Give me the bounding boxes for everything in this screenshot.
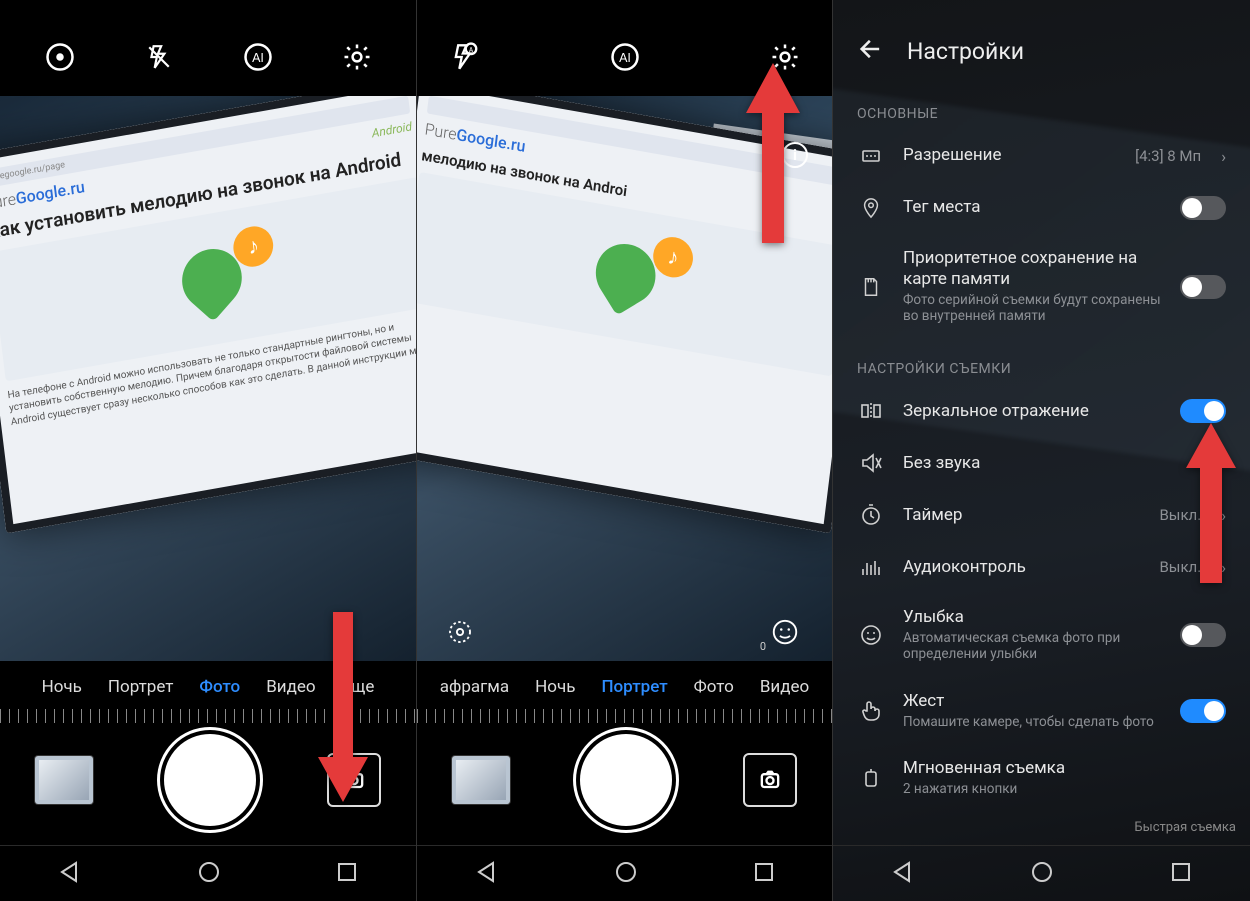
mute-icon bbox=[857, 451, 885, 475]
nav-home-icon[interactable] bbox=[614, 860, 638, 888]
mode-night[interactable]: Ночь bbox=[535, 677, 575, 697]
resolution-icon bbox=[857, 144, 885, 168]
geotag-label: Тег места bbox=[903, 197, 1162, 218]
gesture-toggle[interactable] bbox=[1180, 699, 1226, 723]
row-gesture[interactable]: Жест Помашите камере, чтобы сделать фото bbox=[833, 677, 1250, 744]
audio-label: Аудиоконтроль bbox=[903, 557, 1141, 578]
nav-back-icon[interactable] bbox=[475, 860, 499, 888]
effects-row: 0 bbox=[417, 611, 832, 657]
camera-flip-button[interactable] bbox=[743, 753, 797, 807]
mode-photo[interactable]: Фото bbox=[694, 677, 734, 697]
row-instant[interactable]: Мгновенная съемка 2 нажатия кнопки bbox=[833, 744, 1250, 811]
svg-text:A: A bbox=[469, 46, 474, 54]
annotation-arrow-2 bbox=[738, 58, 808, 252]
mode-photo[interactable]: Фото bbox=[199, 677, 240, 697]
gear-icon[interactable] bbox=[340, 40, 374, 74]
timer-label: Таймер bbox=[903, 505, 1141, 526]
mirror-icon bbox=[857, 399, 885, 423]
timer-icon bbox=[857, 503, 885, 527]
smile-subtitle: Автоматическая съемка фото при определен… bbox=[903, 630, 1162, 664]
camera-mode-strip[interactable]: афрагма Ночь Портрет Фото Видео bbox=[417, 665, 832, 709]
nav-back-icon[interactable] bbox=[58, 860, 82, 888]
nav-home-icon[interactable] bbox=[1030, 860, 1054, 888]
mute-label: Без звука bbox=[903, 453, 1226, 474]
system-navbar bbox=[833, 845, 1250, 901]
laptop-webpage: puregoogle.ru/page Android PureGoogle.ru… bbox=[0, 96, 416, 533]
resolution-value: [4:3] 8 Мп bbox=[1135, 147, 1201, 165]
settings-title: Настройки bbox=[907, 38, 1024, 65]
camera-top-toolbar: AI bbox=[0, 22, 416, 92]
row-geotag[interactable]: Тег места bbox=[833, 182, 1250, 234]
sdcard-subtitle: Фото серийной съемки будут сохранены во … bbox=[903, 292, 1162, 326]
ai-mode-icon[interactable]: AI bbox=[608, 40, 642, 74]
gesture-label: Жест bbox=[903, 691, 1162, 712]
chevron-right-icon: › bbox=[1221, 147, 1226, 166]
smile-label: Улыбка bbox=[903, 607, 1162, 628]
system-navbar bbox=[0, 845, 416, 901]
annotation-arrow-1 bbox=[308, 607, 378, 811]
annotation-arrow-3 bbox=[1180, 418, 1242, 592]
ai-mode-icon[interactable]: AI bbox=[241, 40, 275, 74]
resolution-label: Разрешение bbox=[903, 145, 1117, 166]
beauty-effect-icon[interactable]: 0 bbox=[770, 617, 804, 651]
row-smile[interactable]: Улыбка Автоматическая съемка фото при оп… bbox=[833, 593, 1250, 677]
system-navbar bbox=[417, 845, 832, 901]
smile-toggle[interactable] bbox=[1180, 623, 1226, 647]
row-resolution[interactable]: Разрешение [4:3] 8 Мп › bbox=[833, 130, 1250, 182]
beauty-level: 0 bbox=[760, 640, 766, 653]
mode-night[interactable]: Ночь bbox=[42, 677, 82, 697]
nav-recent-icon[interactable] bbox=[753, 861, 775, 887]
nav-recent-icon[interactable] bbox=[1170, 861, 1192, 887]
nav-recent-icon[interactable] bbox=[336, 861, 358, 887]
screenshot-2-camera-portrait: A AI PureGoogle.ru мелодию на звонок на … bbox=[417, 0, 833, 901]
shutter-button[interactable] bbox=[580, 734, 672, 826]
screenshot-1-camera-photo: AI puregoogle.ru/page Android PureGoogle… bbox=[0, 0, 417, 901]
nav-back-icon[interactable] bbox=[891, 860, 915, 888]
gesture-subtitle: Помашите камере, чтобы сделать фото bbox=[903, 714, 1162, 731]
sdcard-icon bbox=[857, 275, 885, 299]
screenshot-3-camera-settings: Настройки ОСНОВНЫЕ Разрешение [4:3] 8 Мп… bbox=[833, 0, 1250, 901]
mode-portrait[interactable]: Портрет bbox=[601, 677, 667, 697]
footer-badge: Быстрая съемка bbox=[1134, 820, 1236, 835]
nav-home-icon[interactable] bbox=[197, 860, 221, 888]
instant-icon bbox=[857, 766, 885, 790]
sdcard-toggle[interactable] bbox=[1180, 275, 1226, 299]
mode-video[interactable]: Видео bbox=[760, 677, 809, 697]
camera-viewfinder: puregoogle.ru/page Android PureGoogle.ru… bbox=[0, 96, 416, 661]
shutter-button[interactable] bbox=[164, 734, 256, 826]
mode-ticks bbox=[417, 709, 832, 723]
mode-portrait[interactable]: Портрет bbox=[108, 677, 174, 697]
svg-text:AI: AI bbox=[252, 51, 264, 65]
shutter-row bbox=[417, 725, 832, 835]
svg-text:AI: AI bbox=[619, 51, 631, 65]
sdcard-label: Приоритетное сохранение на карте памяти bbox=[903, 248, 1162, 291]
bokeh-effect-icon[interactable] bbox=[445, 617, 479, 651]
lens-toggle-icon[interactable] bbox=[43, 40, 77, 74]
section-basic: ОСНОВНЫЕ bbox=[833, 84, 1250, 130]
back-arrow-icon[interactable] bbox=[857, 35, 885, 67]
mirror-label: Зеркальное отражение bbox=[903, 401, 1162, 422]
instant-subtitle: 2 нажатия кнопки bbox=[903, 781, 1226, 798]
gallery-thumbnail[interactable] bbox=[452, 756, 510, 804]
audio-control-icon bbox=[857, 555, 885, 579]
settings-header: Настройки bbox=[833, 0, 1250, 84]
geotag-toggle[interactable] bbox=[1180, 196, 1226, 220]
flash-off-icon[interactable] bbox=[142, 40, 176, 74]
instant-label: Мгновенная съемка bbox=[903, 758, 1226, 779]
mode-aperture[interactable]: афрагма bbox=[440, 677, 509, 697]
gesture-icon bbox=[857, 699, 885, 723]
location-icon bbox=[857, 196, 885, 220]
row-sdcard[interactable]: Приоритетное сохранение на карте памяти … bbox=[833, 234, 1250, 339]
section-shooting: НАСТРОЙКИ СЪЕМКИ bbox=[833, 339, 1250, 385]
gallery-thumbnail[interactable] bbox=[35, 756, 93, 804]
smile-icon bbox=[857, 623, 885, 647]
flash-auto-icon[interactable]: A bbox=[447, 40, 481, 74]
